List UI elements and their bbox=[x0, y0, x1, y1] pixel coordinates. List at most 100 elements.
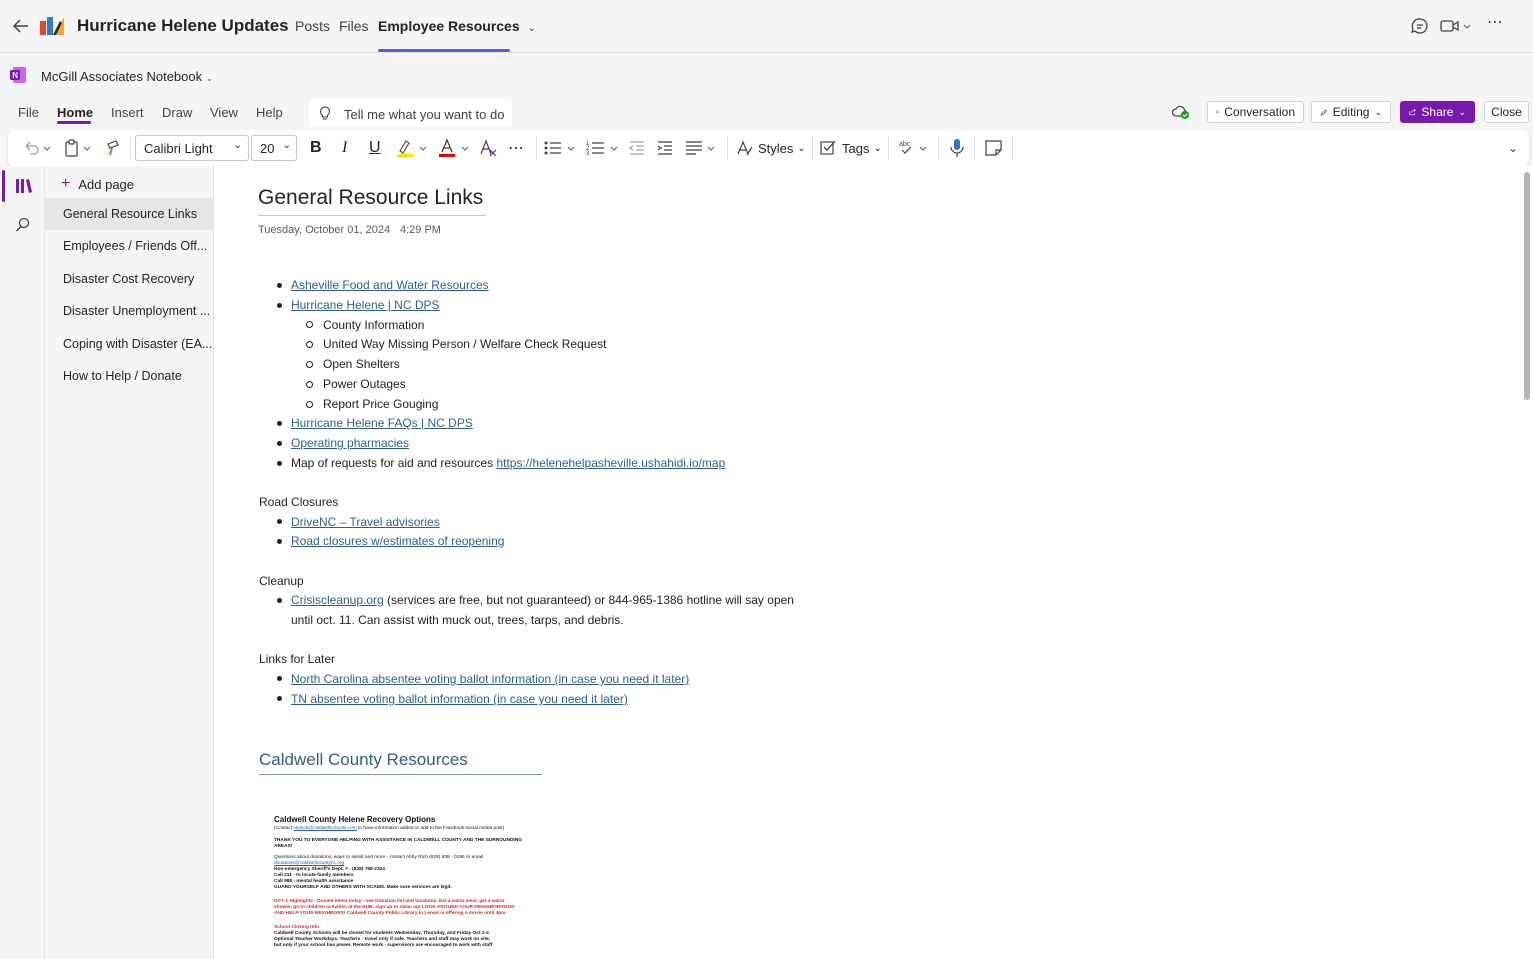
page-title[interactable]: General Resource Links bbox=[258, 186, 483, 210]
format-painter-icon[interactable] bbox=[105, 138, 123, 158]
crisiscleanup-link[interactable]: Crisiscleanup.org bbox=[291, 593, 384, 607]
link-text[interactable]: Asheville Food and Water Resources bbox=[291, 278, 489, 292]
font-size-dropdown[interactable]: 20 ⌄ bbox=[251, 135, 297, 161]
highlight-color-icon[interactable] bbox=[396, 138, 430, 158]
decrease-indent-icon[interactable] bbox=[628, 138, 646, 158]
conversation-label: Conversation bbox=[1224, 105, 1295, 119]
link-nc-absentee[interactable]: North Carolina absentee voting ballot in… bbox=[291, 672, 689, 686]
italic-icon[interactable]: I bbox=[342, 138, 347, 158]
notebooks-icon[interactable] bbox=[15, 177, 33, 195]
link-asheville-food-water[interactable]: Asheville Food and Water Resources bbox=[291, 278, 489, 292]
caldwell-county-heading[interactable]: Caldwell County Resources bbox=[259, 750, 468, 770]
flyer-highlight-2: shower, go to children activities at the… bbox=[274, 905, 515, 910]
tell-me-search[interactable]: Tell me what you want to do bbox=[309, 99, 512, 127]
page-date: Tuesday, October 01, 2024 bbox=[258, 224, 391, 236]
chevron-down-icon: ⌄ bbox=[1458, 106, 1466, 117]
sub-item-price-gouging[interactable]: Report Price Gouging bbox=[323, 397, 438, 411]
menu-insert[interactable]: Insert bbox=[111, 105, 144, 120]
flyer-school-1: Caldwell County Schools will be closed f… bbox=[274, 931, 489, 936]
link-helene-faqs[interactable]: Hurricane Helene FAQs | NC DPS bbox=[291, 416, 473, 430]
page-item-disaster-cost-recovery[interactable]: Disaster Cost Recovery bbox=[45, 263, 213, 295]
cleanup-item[interactable]: Crisiscleanup.org (services are free, bu… bbox=[291, 593, 794, 607]
link-text[interactable]: Operating pharmacies bbox=[291, 436, 409, 450]
bold-icon[interactable]: B bbox=[310, 138, 322, 158]
styles-dropdown[interactable]: Styles ⌄ bbox=[736, 138, 806, 158]
menu-home[interactable]: Home bbox=[57, 105, 93, 120]
links-for-later-heading[interactable]: Links for Later bbox=[259, 652, 335, 666]
font-name-dropdown[interactable]: Calibri Light ⌄ bbox=[135, 135, 249, 161]
page-item-how-to-help[interactable]: How to Help / Donate bbox=[45, 360, 213, 392]
link-text[interactable]: TN absentee voting ballot information (i… bbox=[291, 692, 628, 706]
video-call-icon[interactable] bbox=[1440, 17, 1470, 35]
link-tn-absentee[interactable]: TN absentee voting ballot information (i… bbox=[291, 692, 628, 706]
map-requests-item[interactable]: Map of requests for aid and resources ht… bbox=[291, 456, 725, 470]
tab-posts[interactable]: Posts bbox=[295, 18, 330, 34]
link-text[interactable]: Road closures w/estimates of reopening bbox=[291, 534, 504, 548]
tags-label: Tags bbox=[842, 140, 870, 156]
search-icon[interactable] bbox=[15, 217, 31, 233]
page-canvas[interactable]: General Resource Links Tuesday, October … bbox=[214, 166, 1533, 959]
menu-file[interactable]: File bbox=[18, 105, 39, 120]
more-options-icon[interactable]: ⋯ bbox=[1487, 12, 1507, 31]
bullets-icon[interactable] bbox=[543, 138, 579, 158]
spelling-icon[interactable]: abc bbox=[899, 138, 931, 158]
link-text[interactable]: Hurricane Helene FAQs | NC DPS bbox=[291, 416, 473, 430]
link-drivenc[interactable]: DriveNC – Travel advisories bbox=[291, 515, 440, 529]
page-item-general-resource-links[interactable]: General Resource Links bbox=[45, 198, 213, 230]
vertical-scrollbar[interactable] bbox=[1524, 172, 1530, 400]
link-hurricane-helene-ncdps[interactable]: Hurricane Helene | NC DPS bbox=[291, 298, 440, 312]
page-time: 4:29 PM bbox=[400, 224, 441, 236]
underline-icon[interactable]: U bbox=[369, 138, 381, 158]
share-button[interactable]: Share ⌄ bbox=[1400, 101, 1475, 123]
sub-item-open-shelters[interactable]: Open Shelters bbox=[323, 357, 400, 371]
sub-item-county-information[interactable]: County Information bbox=[323, 318, 424, 332]
page-item-disaster-unemployment[interactable]: Disaster Unemployment ... bbox=[45, 295, 213, 327]
menu-help[interactable]: Help bbox=[256, 105, 283, 120]
page-item-employees-friends[interactable]: Employees / Friends Off... bbox=[45, 230, 213, 262]
close-button[interactable]: Close bbox=[1484, 101, 1529, 123]
sync-status-icon bbox=[1172, 105, 1189, 119]
editing-mode-button[interactable]: Editing ⌄ bbox=[1311, 101, 1391, 123]
link-operating-pharmacies[interactable]: Operating pharmacies bbox=[291, 436, 409, 450]
numbering-icon[interactable]: 123 bbox=[586, 138, 622, 158]
chevron-down-icon: ⌄ bbox=[1374, 106, 1382, 117]
back-arrow-icon[interactable] bbox=[12, 17, 30, 35]
link-road-closures[interactable]: Road closures w/estimates of reopening bbox=[291, 534, 504, 548]
tell-me-placeholder: Tell me what you want to do bbox=[344, 107, 505, 122]
alignment-icon[interactable] bbox=[685, 138, 719, 158]
increase-indent-icon[interactable] bbox=[656, 138, 674, 158]
cleanup-heading[interactable]: Cleanup bbox=[259, 574, 304, 588]
cleanup-text-2[interactable]: until oct. 11. Can assist with muck out,… bbox=[291, 613, 624, 627]
tab-employee-resources[interactable]: Employee Resources ⌄ bbox=[378, 18, 536, 34]
expand-ribbon-icon[interactable]: ⌄ bbox=[1508, 138, 1518, 158]
paste-icon[interactable] bbox=[64, 138, 96, 158]
undo-icon[interactable] bbox=[22, 138, 52, 158]
link-text[interactable]: DriveNC – Travel advisories bbox=[291, 515, 440, 529]
menu-view[interactable]: View bbox=[210, 105, 238, 120]
link-text[interactable]: North Carolina absentee voting ballot in… bbox=[291, 672, 689, 686]
tab-files[interactable]: Files bbox=[339, 18, 369, 34]
sticky-note-icon[interactable] bbox=[984, 138, 1004, 158]
menu-draw[interactable]: Draw bbox=[162, 105, 192, 120]
notebook-name: McGill Associates Notebook bbox=[41, 69, 203, 84]
bullet bbox=[277, 519, 282, 524]
more-formatting-icon[interactable]: ⋯ bbox=[508, 138, 524, 158]
link-text[interactable]: Hurricane Helene | NC DPS bbox=[291, 298, 440, 312]
font-color-icon[interactable] bbox=[438, 138, 472, 158]
map-link[interactable]: https://helenehelpasheville.ushahidi.io/… bbox=[496, 456, 725, 470]
add-page-button[interactable]: + Add page bbox=[61, 175, 134, 193]
page-item-coping-with-disaster[interactable]: Coping with Disaster (EA... bbox=[45, 328, 213, 360]
notebook-selector[interactable]: McGill Associates Notebook ⌄ bbox=[41, 69, 213, 84]
conversation-button[interactable]: Conversation bbox=[1207, 101, 1304, 123]
chat-icon[interactable] bbox=[1410, 17, 1430, 35]
bullet bbox=[277, 283, 282, 288]
sub-item-united-way[interactable]: United Way Missing Person / Welfare Chec… bbox=[323, 337, 606, 351]
svg-text:abc: abc bbox=[899, 141, 911, 148]
dictate-microphone-icon[interactable] bbox=[949, 138, 965, 158]
tags-dropdown[interactable]: Tags ⌄ bbox=[820, 138, 882, 158]
road-closures-heading[interactable]: Road Closures bbox=[259, 495, 338, 509]
clear-formatting-icon[interactable] bbox=[478, 138, 498, 158]
flyer-title: Caldwell County Helene Recovery Options bbox=[274, 815, 436, 824]
sub-item-power-outages[interactable]: Power Outages bbox=[323, 377, 406, 391]
caldwell-flyer-image[interactable]: Caldwell County Helene Recovery Options … bbox=[262, 806, 542, 959]
